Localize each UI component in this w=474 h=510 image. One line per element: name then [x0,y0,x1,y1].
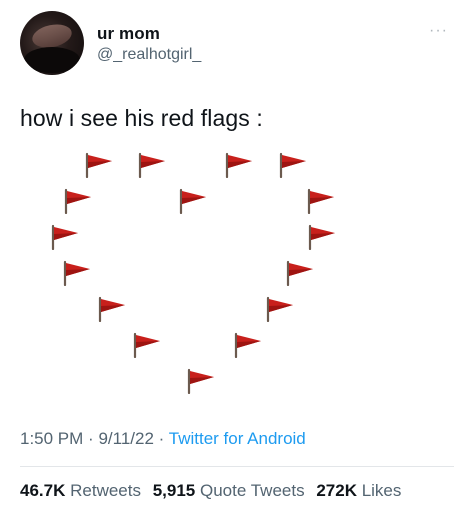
tweet-time[interactable]: 1:50 PM [20,429,83,448]
red-flag-icon [63,260,90,286]
retweets-count: 46.7K [20,481,66,500]
quote-tweets-stat[interactable]: 5,915 Quote Tweets [153,481,310,500]
red-flag-icon [187,368,214,394]
tweet-meta: 1:50 PM · 9/11/22 · Twitter for Android [20,429,306,449]
tweet-source-link[interactable]: Twitter for Android [169,429,306,448]
red-flag-icon [225,152,252,178]
red-flag-icon [234,332,261,358]
red-flag-icon [307,188,334,214]
retweets-label: Retweets [70,481,141,500]
red-flag-icon [266,296,293,322]
quote-tweets-label: Quote Tweets [200,481,305,500]
red-flag-icon [308,224,335,250]
red-flag-icon [286,260,313,286]
red-flag-icon [138,152,165,178]
red-flag-icon [64,188,91,214]
quote-tweets-count: 5,915 [152,481,196,500]
red-flag-icon [98,296,125,322]
red-flag-icon [279,152,306,178]
red-flag-icon [85,152,112,178]
red-flag-icon [51,224,78,250]
red-flag-icon [133,332,160,358]
tweet-date[interactable]: 9/11/22 [98,429,153,448]
tweet-text: how i see his red flags : [20,105,263,131]
likes-stat[interactable]: 272K Likes [316,481,401,500]
likes-count: 272K [316,481,357,500]
display-name[interactable]: ur mom [97,24,160,44]
tweet-stats: 46.7K Retweets 5,915 Quote Tweets 272K L… [20,481,408,501]
meta-separator: · [88,429,94,448]
red-flag-icon [179,188,206,214]
retweets-stat[interactable]: 46.7K Retweets [20,481,146,500]
likes-label: Likes [361,481,402,500]
avatar-shadow-shape [24,47,80,73]
more-horizontal-icon[interactable]: ··· [429,23,448,39]
divider [20,466,454,467]
avatar[interactable] [20,11,84,75]
meta-separator: · [158,429,165,448]
user-handle[interactable]: @_realhotgirl_ [97,46,201,64]
